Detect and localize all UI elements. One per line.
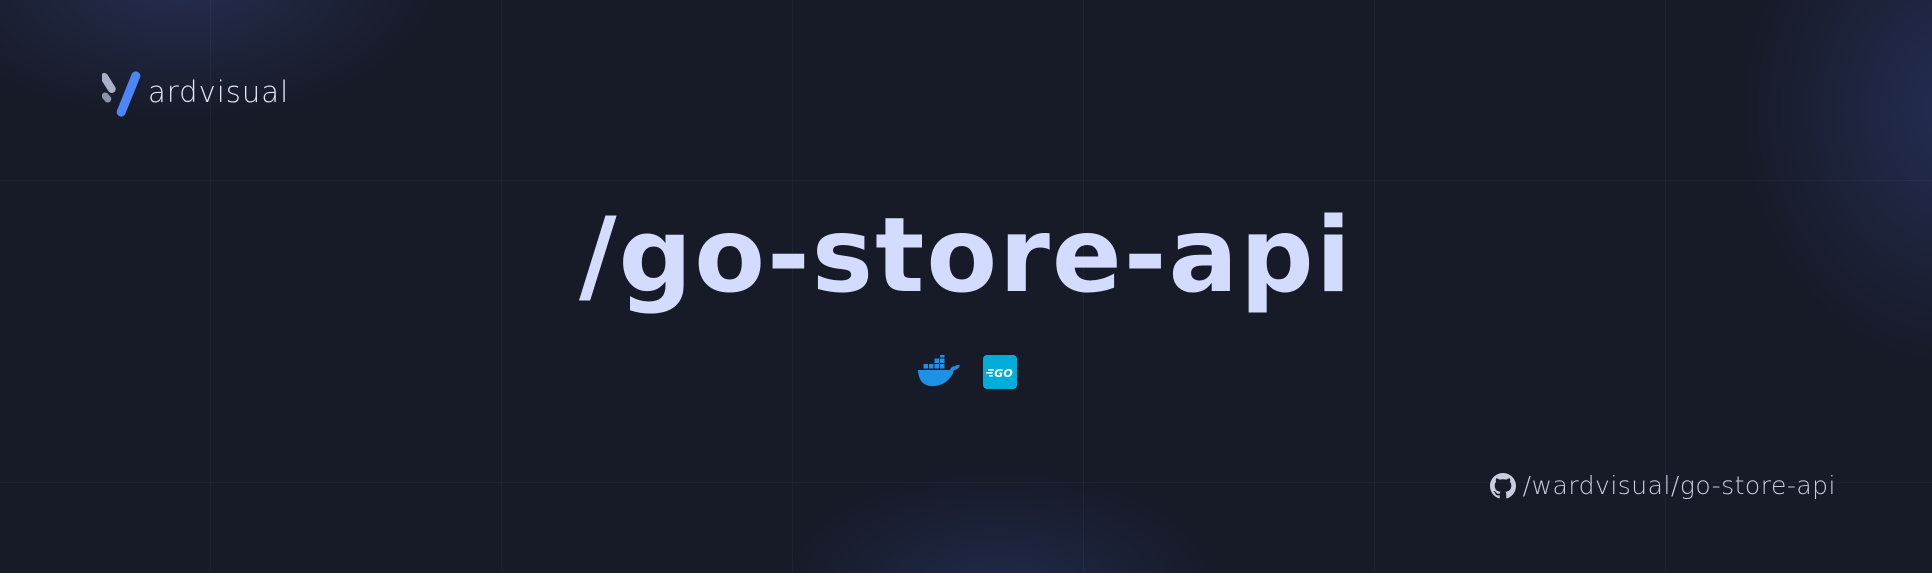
banner: ardvisual /go-store-api GO /wardvisual/g… — [0, 0, 1932, 573]
brand-logo[interactable]: ardvisual — [102, 70, 289, 118]
docker-whale-icon — [918, 355, 960, 387]
github-repo-link[interactable]: /wardvisual/go-store-api — [1489, 471, 1836, 500]
brand-name: ardvisual — [148, 75, 290, 109]
go-badge-label: GO — [994, 367, 1012, 380]
github-icon — [1489, 472, 1516, 498]
go-gopher-badge-icon: GO — [983, 355, 1017, 389]
repo-path: /wardvisual/go-store-api — [1522, 471, 1836, 500]
v-slash-logo-icon — [102, 71, 141, 117]
tech-stack: GO — [917, 355, 1017, 389]
repo-title: /go-store-api — [578, 196, 1354, 316]
